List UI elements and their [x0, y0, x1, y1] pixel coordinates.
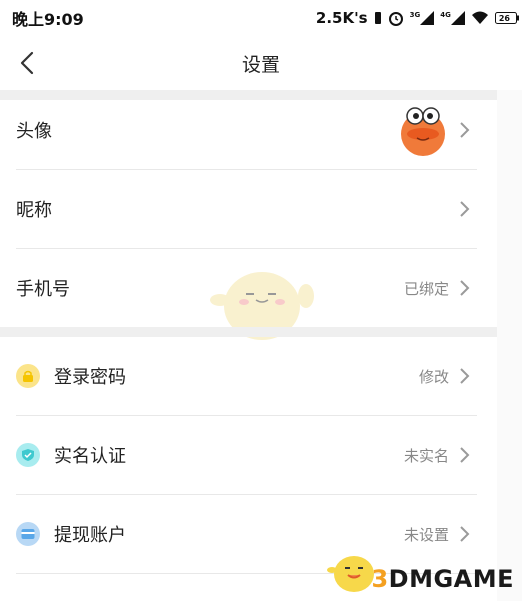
row-label: 昵称: [16, 200, 52, 221]
row-withdraw-account[interactable]: 提现账户 未设置: [0, 495, 497, 573]
row-login-password[interactable]: 登录密码 修改: [0, 337, 497, 415]
row-label: 登录密码: [54, 367, 126, 388]
page-title: 设置: [241, 53, 280, 76]
watermark-text: DMGAME: [388, 565, 514, 593]
battery-icon: 26: [494, 12, 519, 24]
scroll-edge: [497, 90, 522, 601]
row-label: 头像: [16, 121, 52, 142]
card-icon: [16, 522, 40, 546]
shield-icon: [16, 443, 40, 467]
alarm-icon: [388, 10, 404, 26]
row-value: 已绑定: [403, 279, 449, 298]
lock-icon: [16, 364, 40, 388]
status-icons: 2.5K's 3G 4G 26: [315, 9, 519, 27]
chevron-right-icon: [460, 122, 470, 138]
vibrate-icon: [374, 11, 382, 25]
row-value: 修改: [418, 367, 449, 386]
chevron-right-icon: [460, 526, 470, 542]
row-label: 实名认证: [54, 446, 126, 467]
wifi-icon: [471, 11, 489, 25]
section-divider: [0, 327, 497, 337]
watermark-prefix: 3: [371, 565, 389, 593]
signal-3g-icon: 3G: [410, 11, 435, 25]
chevron-right-icon: [460, 447, 470, 463]
row-label: 手机号: [16, 279, 70, 300]
signal-4g-icon: 4G: [440, 11, 465, 25]
row-avatar[interactable]: 头像: [0, 91, 497, 169]
watermark-logo: 3DMGAME: [371, 565, 514, 593]
avatar[interactable]: [397, 104, 449, 156]
signal-4g-label: 4G: [440, 11, 451, 19]
chevron-right-icon: [460, 280, 470, 296]
status-time: 晚上9:09: [12, 10, 84, 29]
nav-bar: 设置: [0, 36, 522, 90]
chevron-right-icon: [460, 368, 470, 384]
back-arrow-icon: [20, 51, 34, 75]
row-label: 提现账户: [54, 525, 126, 546]
battery-level: 26: [498, 13, 510, 23]
row-nickname[interactable]: 昵称: [0, 170, 497, 248]
row-value: 未设置: [403, 525, 449, 544]
chevron-right-icon: [460, 201, 470, 217]
signal-3g-label: 3G: [409, 11, 421, 19]
back-button[interactable]: [14, 48, 42, 78]
row-real-name[interactable]: 实名认证 未实名: [0, 416, 497, 494]
row-value: 未实名: [403, 446, 449, 465]
network-speed: 2.5K's: [315, 9, 368, 27]
status-bar: 晚上9:09 2.5K's 3G 4G 26: [0, 0, 522, 36]
